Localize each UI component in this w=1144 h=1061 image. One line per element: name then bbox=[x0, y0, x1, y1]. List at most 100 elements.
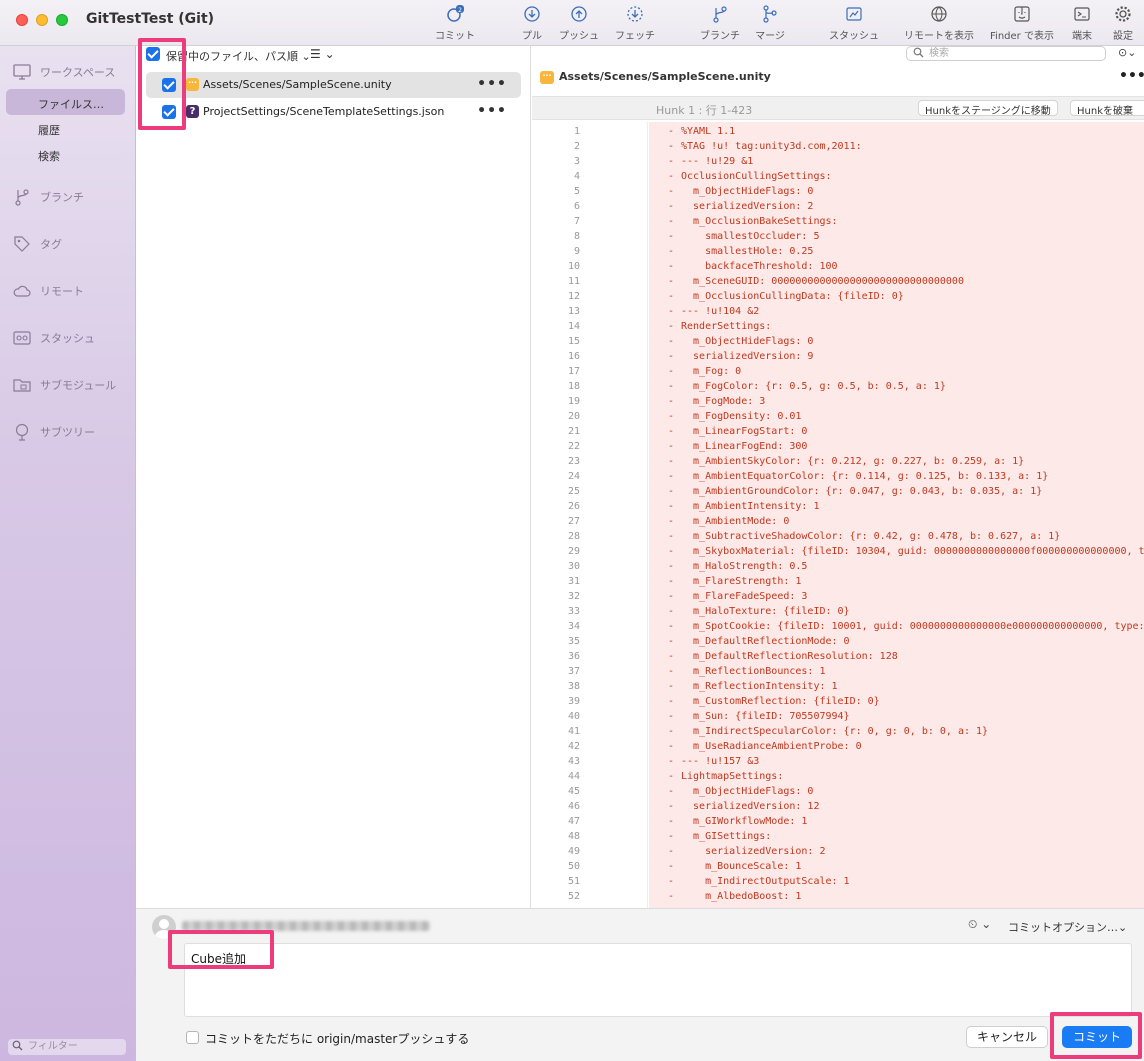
diff-line: RenderSettings: bbox=[681, 321, 772, 332]
toolbar-push-button[interactable]: プッシュ bbox=[558, 5, 600, 42]
list-view-icon: ☰ bbox=[310, 47, 321, 61]
window-title: GitTestTest (Git) bbox=[86, 11, 215, 27]
removed-line-marker: - bbox=[668, 696, 675, 707]
sidebar-section-workspace[interactable]: ワークスペース bbox=[12, 62, 115, 82]
sidebar-section-branches-label: ブランチ bbox=[40, 191, 84, 204]
minimize-window-button[interactable] bbox=[36, 14, 48, 26]
file-row[interactable]: ··· Assets/Scenes/SampleScene.unity ••• bbox=[146, 72, 521, 98]
toolbar-branch-button[interactable]: ブランチ bbox=[698, 5, 742, 42]
push-immediately-checkbox[interactable] bbox=[186, 1031, 199, 1044]
toolbar-pull-label: プル bbox=[522, 31, 542, 42]
removed-line-marker: - bbox=[668, 861, 675, 872]
toolbar-stash-button[interactable]: スタッシュ bbox=[826, 5, 882, 42]
diff-line: m_GIWorkflowMode: 1 bbox=[681, 816, 808, 827]
finder-icon bbox=[1013, 5, 1031, 23]
stage-hunk-button[interactable]: Hunkをステージングに移動 bbox=[918, 100, 1058, 117]
commit-badge: 2 bbox=[458, 7, 462, 14]
commit-history-dropdown[interactable]: ⏲ ⌄ bbox=[968, 917, 991, 932]
close-window-button[interactable] bbox=[16, 14, 28, 26]
sidebar-section-branches[interactable]: ブランチ bbox=[12, 187, 84, 207]
diff-line: m_FogColor: {r: 0.5, g: 0.5, b: 0.5, a: … bbox=[681, 381, 946, 392]
commit-options-label: コミットオプション… bbox=[1008, 921, 1118, 934]
diff-line: m_FogMode: 3 bbox=[681, 396, 766, 407]
diff-code-view[interactable]: 1- %YAML 1.1 2- %TAG !u! tag:unity3d.com,20… bbox=[532, 122, 1144, 908]
toolbar-merge-label: マージ bbox=[755, 31, 785, 42]
toolbar-stash-label: スタッシュ bbox=[829, 31, 879, 42]
sidebar-item-history[interactable]: 履歴 bbox=[38, 122, 60, 138]
removed-line-marker: - bbox=[668, 846, 675, 857]
toolbar-terminal-button[interactable]: 端末 bbox=[1068, 5, 1096, 42]
diff-search-input[interactable]: 検索 bbox=[906, 46, 1106, 61]
toolbar-fetch-button[interactable]: フェッチ bbox=[612, 5, 658, 42]
sidebar-section-submodules[interactable]: サブモジュール bbox=[12, 375, 116, 395]
pull-icon bbox=[523, 5, 541, 23]
file-actions-menu-button[interactable]: ••• bbox=[477, 76, 507, 92]
diff-actions-menu-button[interactable]: ••• bbox=[1119, 68, 1144, 84]
removed-line-marker: - bbox=[668, 276, 675, 287]
diff-line: m_UseRadianceAmbientProbe: 0 bbox=[681, 741, 862, 752]
line-number: 50 bbox=[567, 861, 580, 872]
removed-line-marker: - bbox=[668, 531, 675, 542]
discard-hunk-button[interactable]: Hunkを破棄 bbox=[1070, 100, 1144, 117]
diff-line: --- !u!157 &3 bbox=[681, 756, 760, 767]
line-number: 49 bbox=[567, 846, 580, 857]
diff-line: m_DefaultReflectionResolution: 128 bbox=[681, 651, 898, 662]
chevron-down-icon: ⌄ bbox=[324, 47, 335, 61]
diff-line: %YAML 1.1 bbox=[681, 126, 736, 137]
sidebar-section-remotes[interactable]: リモート bbox=[12, 281, 84, 301]
push-immediately-label: コミットをただちに origin/masterプッシュする bbox=[205, 1032, 470, 1046]
diff-line: m_HaloTexture: {fileID: 0} bbox=[681, 606, 850, 617]
line-number: 4 bbox=[573, 171, 580, 182]
removed-line-marker: - bbox=[668, 471, 675, 482]
sidebar-section-tags[interactable]: タグ bbox=[12, 234, 62, 254]
sidebar-item-search[interactable]: 検索 bbox=[38, 148, 60, 164]
diff-line: m_BounceScale: 1 bbox=[681, 861, 802, 872]
tag-icon bbox=[14, 236, 30, 252]
zoom-window-button[interactable] bbox=[56, 14, 68, 26]
diff-line: m_LinearFogEnd: 300 bbox=[681, 441, 808, 452]
sidebar-section-subtrees[interactable]: サブツリー bbox=[12, 422, 95, 442]
line-number: 28 bbox=[567, 531, 580, 542]
diff-line: m_AmbientIntensity: 1 bbox=[681, 501, 820, 512]
sidebar-item-file-status[interactable]: ファイルス… bbox=[38, 96, 104, 112]
diff-line: m_DefaultReflectionMode: 0 bbox=[681, 636, 850, 647]
cancel-button[interactable]: キャンセル bbox=[966, 1026, 1048, 1048]
line-number: 12 bbox=[567, 291, 580, 302]
modified-file-icon: ··· bbox=[540, 71, 554, 84]
toolbar-show-in-finder-button[interactable]: Finder で表示 bbox=[986, 5, 1058, 42]
clock-icon: ⏲ bbox=[968, 917, 978, 931]
view-mode-dropdown[interactable]: ☰ ⌄ bbox=[310, 47, 335, 61]
line-number: 52 bbox=[567, 891, 580, 902]
toolbar-commit-button[interactable]: 2 コミット bbox=[432, 5, 478, 42]
toolbar-show-remote-button[interactable]: リモートを表示 bbox=[902, 5, 976, 42]
line-number: 1 bbox=[573, 126, 580, 137]
toolbar-show-remote-label: リモートを表示 bbox=[904, 31, 974, 42]
hunk-header: Hunk 1 : 行 1-423 Hunkをステージングに移動 Hunkを破棄 bbox=[532, 96, 1144, 120]
file-sort-dropdown[interactable]: 保留中のファイル、パス順 ⌄ bbox=[166, 48, 311, 64]
sidebar-filter-input[interactable]: フィルター bbox=[8, 1039, 126, 1055]
line-number: 3 bbox=[573, 156, 580, 167]
sidebar-section-stashes[interactable]: スタッシュ bbox=[12, 328, 95, 348]
diff-line: m_AmbientEquatorColor: {r: 0.114, g: 0.1… bbox=[681, 471, 1049, 482]
removed-line-marker: - bbox=[668, 606, 675, 617]
toolbar-settings-button[interactable]: 設定 bbox=[1108, 5, 1138, 42]
removed-line-marker: - bbox=[668, 876, 675, 887]
line-number: 48 bbox=[567, 831, 580, 842]
sidebar-section-remotes-label: リモート bbox=[40, 285, 84, 298]
commit-message-input[interactable]: Cube追加 bbox=[184, 943, 1132, 1017]
diff-line: serializedVersion: 9 bbox=[681, 351, 814, 362]
more-options-icon[interactable]: ⊙⌄ bbox=[1118, 46, 1136, 59]
diff-line: m_GISettings: bbox=[681, 831, 772, 842]
removed-line-marker: - bbox=[668, 396, 675, 407]
file-row[interactable]: ? ProjectSettings/SceneTemplateSettings.… bbox=[146, 99, 521, 125]
toolbar-pull-button[interactable]: プル bbox=[516, 5, 548, 42]
file-actions-menu-button[interactable]: ••• bbox=[477, 103, 507, 119]
removed-line-marker: - bbox=[668, 681, 675, 692]
hunk-label: Hunk 1 : 行 1-423 bbox=[656, 104, 753, 117]
commit-options-dropdown[interactable]: コミットオプション…⌄ bbox=[1008, 919, 1127, 935]
removed-line-marker: - bbox=[668, 621, 675, 632]
removed-line-marker: - bbox=[668, 381, 675, 392]
stash-icon bbox=[13, 331, 31, 345]
toolbar-merge-button[interactable]: マージ bbox=[754, 5, 786, 42]
commit-icon: 2 bbox=[446, 5, 464, 23]
